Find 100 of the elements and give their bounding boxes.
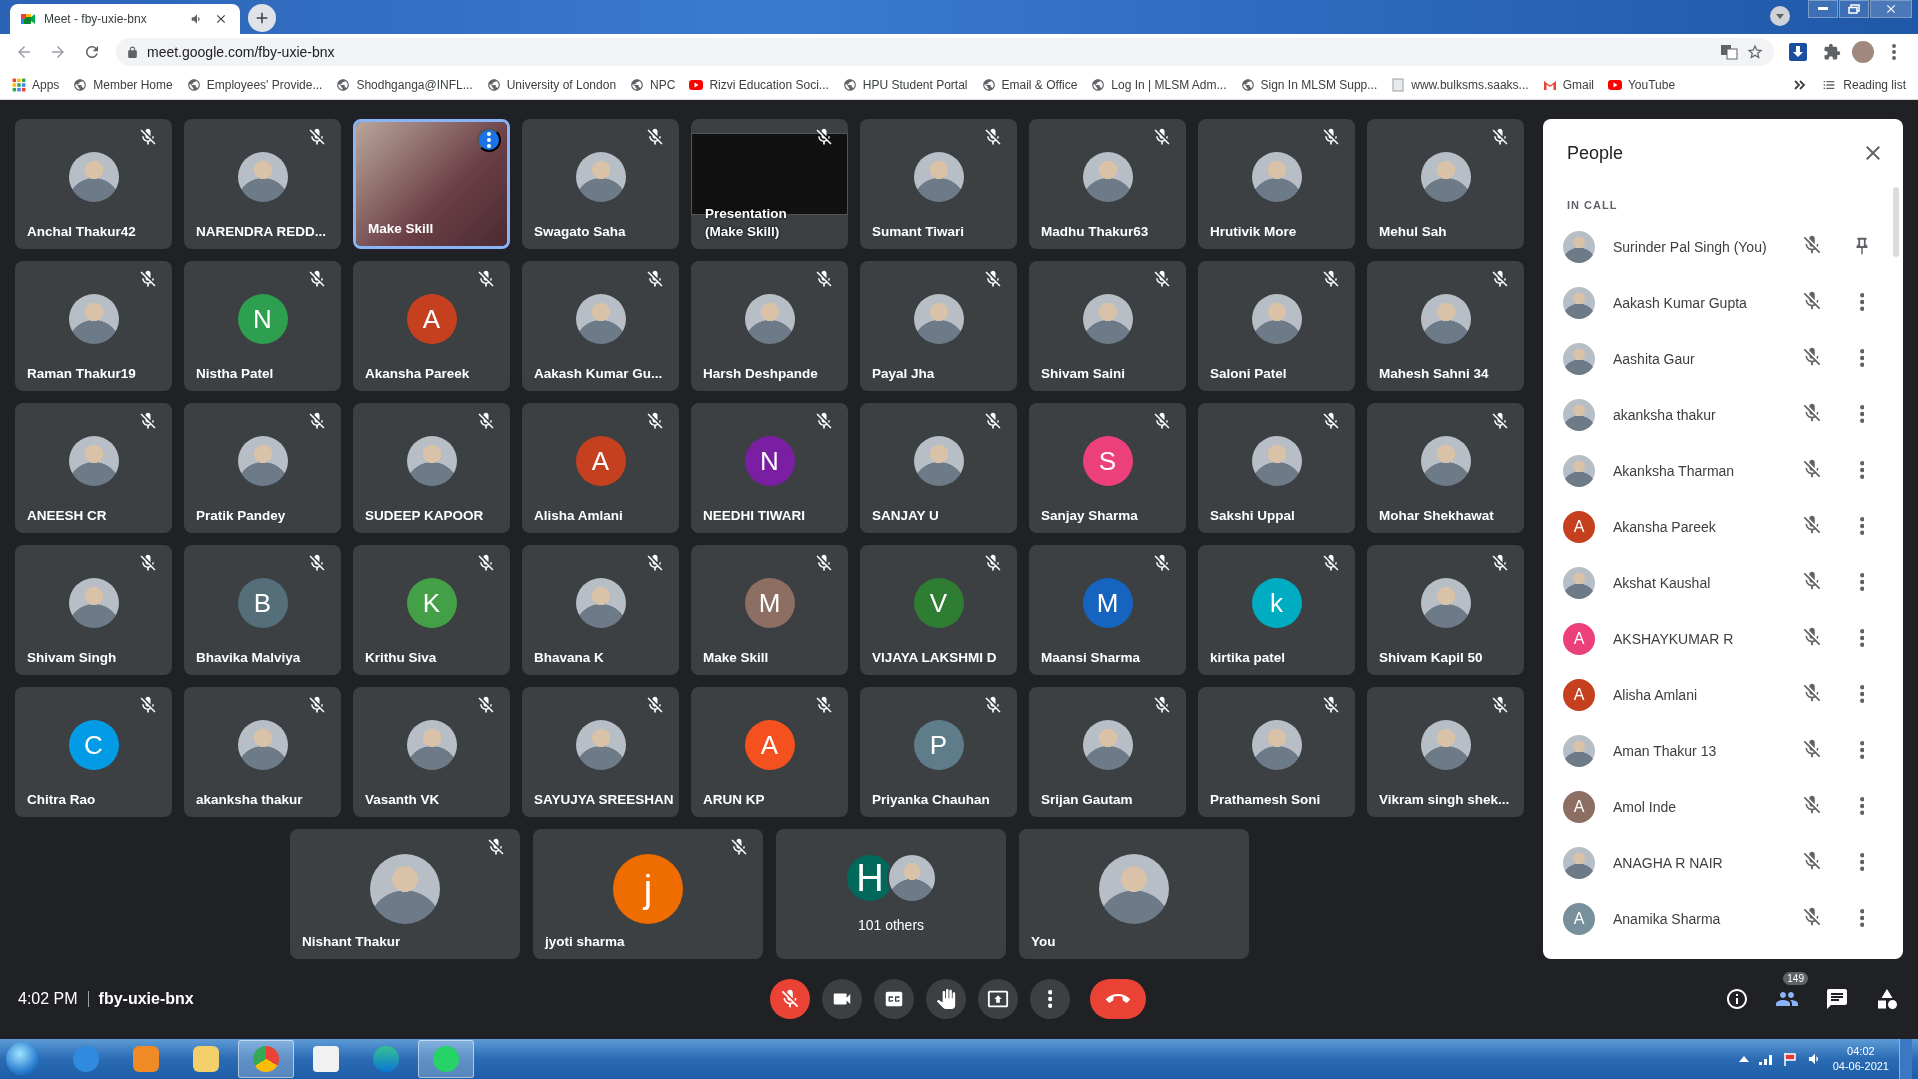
end-call-button[interactable] [1090, 978, 1146, 1019]
participant-tile[interactable]: NARENDRA REDD... [184, 119, 341, 249]
translate-icon[interactable] [1720, 43, 1738, 61]
participant-tile[interactable]: Sumant Tiwari [860, 119, 1017, 249]
participant-tile[interactable]: P Priyanka Chauhan [860, 687, 1017, 817]
mic-off-icon [1801, 738, 1823, 760]
new-tab-button[interactable] [248, 4, 276, 32]
taskbar-app-button[interactable] [418, 1040, 474, 1078]
camera-button[interactable] [822, 978, 862, 1019]
participant-tile[interactable]: SANJAY U [860, 403, 1017, 533]
participant-tile[interactable]: Mahesh Sahni 34 [1367, 261, 1524, 391]
participant-tile[interactable]: Vikram singh shek... [1367, 687, 1524, 817]
participant-tile[interactable]: Bhavana K [522, 545, 679, 675]
participant-tile[interactable]: akanksha thakur [184, 687, 341, 817]
address-bar[interactable]: meet.google.com/fby-uxie-bnx [116, 38, 1774, 66]
bookmark-link[interactable]: Email & Office [981, 77, 1078, 92]
participant-tile[interactable]: Harsh Deshpande [691, 261, 848, 391]
participant-tile[interactable]: Shivam Saini [1029, 261, 1186, 391]
globe-icon [1091, 77, 1106, 92]
bookmark-link[interactable]: YouTube [1607, 77, 1676, 92]
participant-tile[interactable]: A Alisha Amlani [522, 403, 679, 533]
participant-tile[interactable]: Swagato Saha [522, 119, 679, 249]
participant-tile[interactable]: Anchal Thakur42 [15, 119, 172, 249]
participant-tile[interactable]: ANEESH CR [15, 403, 172, 533]
participant-tile[interactable]: Nishant Thakur [290, 829, 520, 959]
participant-tile[interactable]: SAYUJYA SREESHAN [522, 687, 679, 817]
microphone-button[interactable] [770, 978, 810, 1019]
scrollbar[interactable] [1893, 187, 1899, 257]
bookmark-link[interactable]: Apps [12, 77, 60, 92]
start-button[interactable] [6, 1042, 40, 1076]
bookmark-link[interactable]: Shodhganga@INFL... [336, 77, 473, 92]
participant-tile[interactable]: j jyoti sharma [533, 829, 763, 959]
participant-tile[interactable]: Pratik Pandey [184, 403, 341, 533]
signal-icon[interactable] [1758, 1053, 1773, 1065]
participant-tile[interactable]: Hrutivik More [1198, 119, 1355, 249]
mic-off-icon [1801, 906, 1823, 928]
participant-tile[interactable]: SUDEEP KAPOOR [353, 403, 510, 533]
close-window-button[interactable] [1870, 0, 1912, 18]
mic-off-icon [1801, 794, 1823, 816]
dropdown-button[interactable] [1770, 6, 1790, 26]
participant-letter-avatar: j [613, 854, 683, 924]
bookmark-link[interactable]: HPU Student Portal [842, 77, 968, 92]
participant-tile[interactable]: Srijan Gautam [1029, 687, 1186, 817]
participant-tile[interactable]: k kirtika patel [1198, 545, 1355, 675]
participant-tile[interactable]: Presentation (Make Skill) [691, 119, 848, 249]
participant-tile[interactable]: Sakshi Uppal [1198, 403, 1355, 533]
profile-avatar[interactable] [1852, 41, 1874, 63]
reading-list-button[interactable]: Reading list [1821, 76, 1906, 93]
bookmark-link[interactable]: University of London [486, 77, 617, 92]
participant-tile[interactable]: M Make Skill [691, 545, 848, 675]
restore-button[interactable] [1839, 0, 1869, 18]
participant-tile[interactable]: Mohar Shekhawat [1367, 403, 1524, 533]
bookmark-link[interactable]: Log In | MLSM Adm... [1091, 77, 1227, 92]
participant-tile[interactable]: Madhu Thakur63 [1029, 119, 1186, 249]
captions-button[interactable] [874, 978, 914, 1019]
chevron-icon[interactable] [1793, 77, 1808, 92]
participant-tile[interactable]: A ARUN KP [691, 687, 848, 817]
flag-icon[interactable] [1782, 1052, 1797, 1066]
browser-tab[interactable]: Meet - fby-uxie-bnx [10, 4, 240, 34]
participant-tile[interactable]: Payal Jha [860, 261, 1017, 391]
participant-tile[interactable]: C Chitra Rao [15, 687, 172, 817]
participant-tile[interactable]: N NEEDHI TIWARI [691, 403, 848, 533]
participant-tile[interactable]: You [1019, 829, 1249, 959]
participant-tile[interactable]: H 101 others [776, 829, 1006, 959]
participant-tile[interactable]: B Bhavika Malviya [184, 545, 341, 675]
bookmark-link[interactable]: Gmail [1542, 77, 1594, 92]
bookmark-link[interactable]: www.bulksms.saaks... [1391, 77, 1529, 92]
participant-tile[interactable]: Saloni Patel [1198, 261, 1355, 391]
bookmark-link[interactable]: Member Home [73, 77, 173, 92]
participant-tile[interactable]: M Maansi Sharma [1029, 545, 1186, 675]
person-letter-avatar: A [1563, 623, 1595, 655]
mic-off-icon [138, 269, 158, 289]
participant-tile[interactable]: A Akansha Pareek [353, 261, 510, 391]
raise-hand-button[interactable] [926, 978, 966, 1019]
taskbar-clock[interactable]: 04:02 04-06-2021 [1832, 1044, 1889, 1074]
bookmark-link[interactable]: NPC [630, 77, 676, 92]
page-icon [1391, 77, 1406, 92]
participant-tile[interactable]: Vasanth VK [353, 687, 510, 817]
participant-tile[interactable]: Prathamesh Soni [1198, 687, 1355, 817]
caret-icon[interactable] [1738, 1055, 1749, 1063]
participant-tile[interactable]: Shivam Kapil 50 [1367, 545, 1524, 675]
taskbar-app-button[interactable] [238, 1040, 294, 1078]
person-letter-avatar: A [1563, 903, 1595, 935]
star-icon[interactable] [1746, 43, 1764, 61]
participant-tile[interactable]: Raman Thakur19 [15, 261, 172, 391]
participant-tile[interactable]: Aakash Kumar Gu... [522, 261, 679, 391]
participant-tile[interactable]: K Krithu Siva [353, 545, 510, 675]
participant-tile[interactable]: S Sanjay Sharma [1029, 403, 1186, 533]
participant-tile[interactable]: Mehul Sah [1367, 119, 1524, 249]
participant-tile[interactable]: Shivam Singh [15, 545, 172, 675]
participant-tile[interactable]: N Nistha Patel [184, 261, 341, 391]
participant-tile[interactable]: V VIJAYA LAKSHMI D [860, 545, 1017, 675]
minimize-button[interactable] [1808, 0, 1838, 18]
bookmark-link[interactable]: Rizvi Education Soci... [689, 77, 829, 92]
present-button[interactable] [978, 978, 1018, 1019]
participant-avatar-photo [237, 152, 288, 202]
bookmark-link[interactable]: Employees' Provide... [186, 77, 323, 92]
participant-tile[interactable]: Make Skill [353, 119, 510, 249]
bookmark-link[interactable]: Sign In MLSM Supp... [1240, 77, 1378, 92]
more-options-button[interactable] [1030, 978, 1070, 1019]
